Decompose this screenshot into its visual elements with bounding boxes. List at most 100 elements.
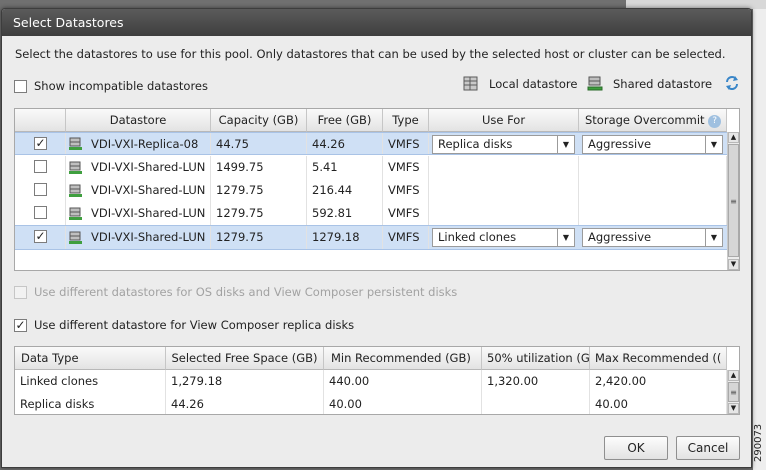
use-for-cell [429,156,579,179]
datastore-name: VDI-VXI-Replica-08 [66,133,211,154]
refresh-icon[interactable] [724,75,740,91]
overcommit-value: Aggressive [588,230,652,244]
shared-datastore-icon [69,161,82,174]
row-checkbox[interactable] [34,206,47,219]
column-header-capacity[interactable]: Capacity (GB) [211,109,307,132]
chevron-down-icon[interactable]: ▼ [705,136,722,153]
capacity-cell: 1279.75 [211,226,307,249]
shared-datastore-icon [69,207,82,220]
type-cell: VMFS [383,179,429,202]
scroll-up-icon[interactable]: ▲ [728,370,739,381]
use-for-value: Linked clones [438,230,517,244]
row-checkbox[interactable] [34,160,47,173]
data-type-cell: Linked clones [15,370,166,393]
dialog-title: Select Datastores [2,9,751,36]
use-for-select[interactable]: Linked clones ▼ [432,228,575,247]
datastore-table-scrollbar[interactable]: ▲ ≡ ▼ [727,132,739,270]
use-for-select[interactable]: Replica disks ▼ [432,135,575,154]
scroll-down-icon[interactable]: ▼ [728,259,739,270]
capacity-cell: 1499.75 [211,156,307,179]
row-checkbox[interactable] [34,183,47,196]
shared-datastore-icon [69,137,82,150]
chevron-down-icon[interactable]: ▼ [705,229,722,246]
utilization-cell: 1,320.00 [482,370,590,393]
datastore-name: VDI-VXI-Shared-LUN [66,202,211,225]
summary-table-scrollbar[interactable]: ▲ ≡ ▼ [727,370,739,414]
chevron-down-icon[interactable]: ▼ [557,229,574,246]
scroll-down-icon[interactable]: ▼ [728,403,739,414]
datastore-table: Datastore Capacity (GB) Free (GB) Type U… [14,108,740,271]
show-incompatible-label: Show incompatible datastores [34,79,208,93]
column-header-datastore[interactable]: Datastore [66,109,211,132]
table-row[interactable]: VDI-VXI-Shared-LUN 1279.75 592.81 VMFS [15,202,727,225]
use-for-cell [429,179,579,202]
local-datastore-label: Local datastore [489,77,578,91]
local-datastore-icon [463,76,478,91]
selected-free-space-cell: 1,279.18 [166,370,324,393]
use-for-cell [429,202,579,225]
summary-table: Data Type Selected Free Space (GB) Min R… [14,346,740,415]
select-column-header [15,109,66,132]
column-header-storage-overcommit[interactable]: Storage Overcommit ? [579,109,727,132]
scroll-thumb[interactable]: ≡ [728,144,739,257]
different-os-datastores-label: Use different datastores for OS disks an… [34,285,458,299]
min-recommended-cell: 440.00 [324,370,482,393]
type-cell: VMFS [383,156,429,179]
capacity-cell: 44.75 [211,133,307,154]
table-row[interactable]: VDI-VXI-Shared-LUN 1279.75 216.44 VMFS [15,179,727,202]
column-header-50-utilization[interactable]: 50% utilization (G [482,347,590,370]
select-datastores-dialog: Select Datastores Select the datastores … [1,8,752,468]
column-header-min-recommended[interactable]: Min Recommended (GB) [324,347,482,370]
utilization-cell [482,393,590,414]
free-cell: 44.26 [307,133,383,154]
overcommit-select[interactable]: Aggressive ▼ [582,228,723,247]
capacity-cell: 1279.75 [211,202,307,225]
type-cell: VMFS [383,202,429,225]
max-recommended-cell: 2,420.00 [590,370,727,393]
column-header-selected-free-space[interactable]: Selected Free Space (GB) [166,347,324,370]
free-cell: 1279.18 [307,226,383,249]
show-incompatible-checkbox[interactable] [14,80,27,93]
overcommit-cell [579,179,727,202]
shared-datastore-icon [587,76,603,91]
min-recommended-cell: 40.00 [324,393,482,414]
data-type-cell: Replica disks [15,393,166,414]
table-row[interactable]: ✓ VDI-VXI-Shared-LUN 1279.75 1279.18 VMF… [15,225,727,250]
scroll-up-icon[interactable]: ▲ [728,132,739,143]
help-icon[interactable]: ? [708,115,722,128]
intro-text: Select the datastores to use for this po… [15,47,726,61]
selected-free-space-cell: 44.26 [166,393,324,414]
different-os-datastores-checkbox[interactable] [14,286,27,299]
ok-button[interactable]: OK [604,436,668,460]
different-replica-datastore-checkbox[interactable]: ✓ [14,319,27,332]
column-header-free[interactable]: Free (GB) [307,109,383,132]
overcommit-cell [579,156,727,179]
column-header-max-recommended[interactable]: Max Recommended (( [590,347,727,370]
table-row[interactable]: VDI-VXI-Shared-LUN 1499.75 5.41 VMFS [15,156,727,179]
chevron-down-icon[interactable]: ▼ [557,136,574,153]
column-header-use-for[interactable]: Use For [429,109,579,132]
figure-number: 290073 [753,423,764,462]
overcommit-select[interactable]: Aggressive ▼ [582,135,723,154]
column-header-type[interactable]: Type [383,109,429,132]
row-checkbox[interactable]: ✓ [34,137,47,150]
type-cell: VMFS [383,133,429,154]
row-select-cell: ✓ [15,133,66,154]
row-select-cell [15,202,66,225]
scroll-thumb[interactable]: ≡ [728,382,739,402]
table-row[interactable]: ✓ VDI-VXI-Replica-08 44.75 44.26 VMFS Re… [15,132,727,155]
free-cell: 5.41 [307,156,383,179]
max-recommended-cell: 40.00 [590,393,727,414]
column-header-data-type[interactable]: Data Type [15,347,166,370]
datastore-name: VDI-VXI-Shared-LUN [66,156,211,179]
row-select-cell [15,179,66,202]
row-checkbox[interactable]: ✓ [34,230,47,243]
storage-overcommit-header-label: Storage Overcommit [585,113,705,127]
use-for-value: Replica disks [438,137,513,151]
free-cell: 216.44 [307,179,383,202]
summary-row: Linked clones 1,279.18 440.00 1,320.00 2… [15,370,727,393]
shared-datastore-icon [69,184,82,197]
cancel-button[interactable]: Cancel [676,436,740,460]
shared-datastore-icon [69,231,82,244]
different-replica-datastore-label: Use different datastore for View Compose… [34,318,355,332]
